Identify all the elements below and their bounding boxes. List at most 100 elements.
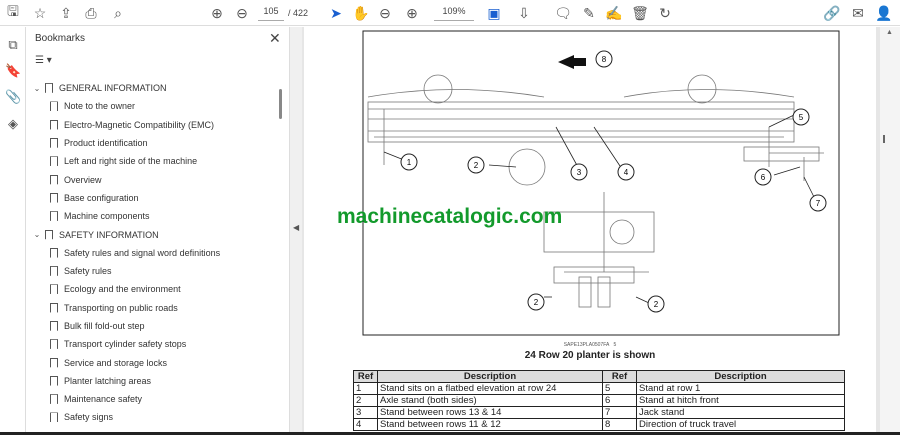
reference-table: Ref Description Ref Description 1 Stand s… xyxy=(353,370,845,431)
bookmark-flag-icon xyxy=(50,321,58,331)
table-cell: 5 xyxy=(602,382,637,395)
bookmark-list: ⌄ GENERAL INFORMATION Note to the owner Ele… xyxy=(26,79,284,427)
bookmark-flag-icon xyxy=(50,339,58,350)
bookmark-options-button[interactable]: ☰ ▾ xyxy=(35,55,59,69)
bookmark-item[interactable]: Transport cylinder safety stops xyxy=(26,335,284,353)
zoom-out-icon[interactable]: ⊖ xyxy=(376,4,394,22)
bookmark-label: Bulk fill fold-out step xyxy=(64,321,145,331)
page-up-icon[interactable]: ⊕ xyxy=(208,4,226,22)
bookmark-item[interactable]: Ecology and the environment xyxy=(26,280,284,298)
select-cursor-icon[interactable]: ➤ xyxy=(327,4,345,22)
chevron-down-icon[interactable]: ⌄ xyxy=(32,230,42,239)
figure-code-text: SAPE13PLA0507FA xyxy=(563,342,610,348)
print-icon[interactable]: ⎙ xyxy=(82,4,100,22)
mail-icon[interactable]: ✉ xyxy=(849,4,867,22)
bookmark-label: SAFETY INFORMATION xyxy=(59,229,159,240)
bookmark-item[interactable]: Electro-Magnetic Compatibility (EMC) xyxy=(26,116,284,134)
sign-icon[interactable]: ✍ xyxy=(605,4,623,22)
bookmark-item[interactable]: Safety rules xyxy=(26,262,284,280)
bookmark-label: Transporting on public roads xyxy=(64,302,178,313)
bookmark-item[interactable]: Left and right side of the machine xyxy=(26,152,284,170)
bookmark-label: Safety signs xyxy=(64,412,114,423)
pdf-page: 1234567822 machinecatalogic.com SAPE13PL… xyxy=(304,27,876,435)
bookmark-item[interactable]: Safety signs xyxy=(26,408,284,426)
fit-page-icon[interactable]: ▣ xyxy=(485,4,503,22)
layers-icon[interactable]: ◈ xyxy=(5,116,21,132)
bookmark-item[interactable]: Transporting on public roads xyxy=(26,299,284,317)
table-cell: Stand at row 1 xyxy=(636,382,845,395)
bookmark-label: Transport cylinder safety stops xyxy=(64,339,187,350)
star-icon[interactable]: ☆ xyxy=(31,4,49,22)
scroll-mode-icon[interactable]: ⇩ xyxy=(515,4,533,22)
scroll-thumb[interactable] xyxy=(883,135,885,143)
bookmark-flag-icon xyxy=(50,156,58,167)
panel-scrollbar[interactable] xyxy=(279,89,282,119)
bookmark-item[interactable]: Overview xyxy=(26,170,284,188)
planter-diagram: 1 2 3 4 5 6 7 8 2 2 xyxy=(362,30,840,336)
bookmark-label: GENERAL INFORMATION xyxy=(59,83,167,94)
header-ref: Ref xyxy=(353,370,378,383)
pages-icon[interactable]: ⧉ xyxy=(5,37,21,53)
attachment-icon[interactable]: 📎 xyxy=(5,89,21,105)
bookmark-item[interactable]: Planter latching areas xyxy=(26,372,284,390)
account-icon[interactable]: 👤 xyxy=(875,4,893,22)
bookmark-item[interactable]: Note to the owner xyxy=(26,97,284,115)
bookmark-item[interactable]: Machine components xyxy=(26,207,284,225)
table-cell: Stand sits on a flatbed elevation at row… xyxy=(377,382,603,395)
table-row: 1 Stand sits on a flatbed elevation at ro… xyxy=(353,382,845,395)
page-down-icon[interactable]: ⊖ xyxy=(233,4,251,22)
figure-code: SAPE13PLA0507FA 5 xyxy=(304,342,876,348)
bookmark-item[interactable]: Safety rules and signal word definitions xyxy=(26,244,284,262)
header-ref: Ref xyxy=(602,370,637,383)
bookmark-flag-icon xyxy=(50,192,58,203)
bookmark-item[interactable]: ⌄ SAFETY INFORMATION xyxy=(26,225,284,243)
comment-icon[interactable]: 🗨 xyxy=(554,4,572,22)
scroll-up-icon[interactable]: ▲ xyxy=(886,29,893,36)
document-view: 1234567822 machinecatalogic.com SAPE13PL… xyxy=(302,27,880,435)
bookmark-item[interactable]: ⌄ GENERAL INFORMATION xyxy=(26,79,284,97)
callout-label: 2 xyxy=(654,300,659,309)
bookmark-label: Overview xyxy=(64,174,102,185)
table-cell: Jack stand xyxy=(636,406,845,419)
bookmark-flag-icon xyxy=(50,394,58,405)
bookmark-label: Safety rules and signal word definitions xyxy=(64,247,221,258)
rotate-icon[interactable]: ↻ xyxy=(656,4,674,22)
bookmark-item[interactable]: Bulk fill fold-out step xyxy=(26,317,284,335)
chevron-down-icon[interactable]: ⌄ xyxy=(32,84,42,93)
table-cell: 3 xyxy=(353,406,378,419)
close-icon[interactable]: ✕ xyxy=(269,30,281,47)
callout-label: 4 xyxy=(624,168,629,177)
upload-icon[interactable]: ⇪ xyxy=(57,4,75,22)
bookmark-flag-icon xyxy=(50,138,58,149)
zoom-in-icon[interactable]: ⊕ xyxy=(403,4,421,22)
panel-collapse-handle[interactable]: ◀ xyxy=(290,27,302,435)
hand-icon[interactable]: ✋ xyxy=(352,4,370,22)
bookmark-item[interactable]: Maintenance safety xyxy=(26,390,284,408)
bookmark-label: Note to the owner xyxy=(64,101,136,112)
bookmark-label: Ecology and the environment xyxy=(64,284,181,295)
header-description: Description xyxy=(636,370,845,383)
figure-number: 5 xyxy=(613,342,617,348)
bookmark-flag-icon xyxy=(50,211,58,222)
search-icon[interactable]: ⌕ xyxy=(109,4,127,22)
bookmark-label: Safety rules xyxy=(64,266,112,277)
bookmark-icon[interactable]: 🔖 xyxy=(5,63,21,79)
table-cell: 2 xyxy=(353,394,378,407)
bookmark-flag-icon xyxy=(50,174,58,185)
bookmark-item[interactable]: Product identification xyxy=(26,134,284,152)
pen-icon[interactable]: ✎ xyxy=(580,4,598,22)
bookmark-item[interactable]: Base configuration xyxy=(26,189,284,207)
bookmark-label: Planter latching areas xyxy=(64,375,152,386)
delete-icon[interactable]: 🗑 xyxy=(631,4,649,22)
bookmark-flag-icon xyxy=(50,302,58,313)
zoom-select[interactable]: 109% xyxy=(434,6,474,21)
vertical-scrollbar[interactable]: ▲ xyxy=(880,27,900,435)
bookmark-flag-icon xyxy=(50,412,58,423)
callout-label: 2 xyxy=(534,298,539,307)
page-number-input[interactable]: 105 xyxy=(258,6,284,21)
bookmark-item[interactable]: Service and storage locks xyxy=(26,353,284,371)
share-icon[interactable]: 🔗 xyxy=(823,4,841,22)
bookmark-label: Machine components xyxy=(64,211,150,222)
save-icon[interactable]: 🖫 xyxy=(4,3,22,22)
table-cell: Stand between rows 13 & 14 xyxy=(377,406,603,419)
